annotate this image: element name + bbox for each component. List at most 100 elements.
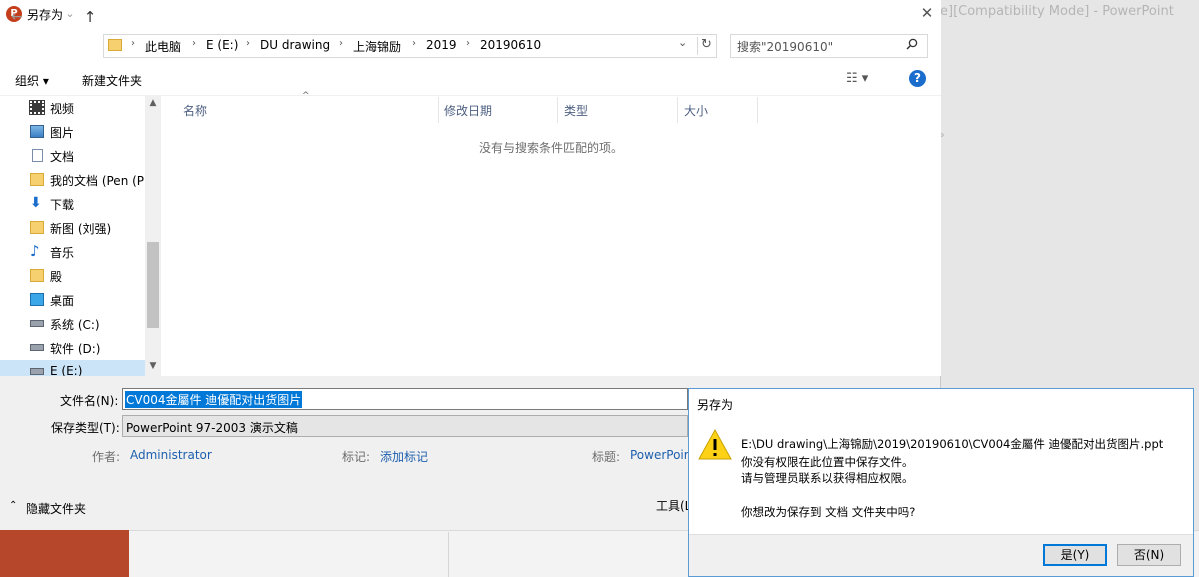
tags-label: 标记:: [342, 450, 371, 464]
error-message: 你没有权限在此位置中保存文件。: [741, 455, 914, 469]
close-icon[interactable]: ✕: [918, 4, 936, 22]
breadcrumb-item[interactable]: DU drawing: [260, 38, 330, 52]
sidebar-item-label: 我的文档 (Pen (PE: [50, 174, 152, 188]
refresh-icon[interactable]: ↻: [697, 37, 715, 55]
sidebar-item-label: 视频: [50, 102, 75, 116]
documents-icon: [32, 149, 43, 162]
sidebar-item-documents[interactable]: 文档: [0, 144, 145, 168]
help-icon[interactable]: ?: [909, 70, 926, 87]
sidebar-item-label: 音乐: [50, 246, 75, 260]
sidebar-item-folder[interactable]: 殿: [0, 264, 145, 288]
filetype-label: 保存类型(T):: [51, 421, 120, 435]
error-path: E:\DU drawing\上海锦励\2019\20190610\CV004金屬…: [741, 437, 1164, 451]
sidebar-item-drive-d[interactable]: 软件 (D:): [0, 336, 145, 360]
scroll-up-chevron-icon[interactable]: ▲: [145, 98, 161, 108]
sidebar-item-desktop[interactable]: 桌面: [0, 288, 145, 312]
warning-icon: [698, 428, 732, 462]
breadcrumb-item[interactable]: 上海锦励: [353, 38, 401, 55]
drive-icon: [30, 368, 44, 375]
navigation-pane-scrollbar[interactable]: [145, 96, 161, 376]
sidebar-item-music[interactable]: ♪ 音乐: [0, 240, 145, 264]
address-dropdown-icon[interactable]: ⌄: [678, 36, 687, 49]
yes-button[interactable]: 是(Y): [1043, 544, 1107, 566]
breadcrumb-item[interactable]: 2019: [426, 38, 457, 52]
sidebar-item-label: 新图 (刘强): [50, 222, 112, 236]
drive-icon: [30, 320, 44, 327]
breadcrumb-item[interactable]: 20190610: [480, 38, 541, 52]
column-divider[interactable]: [557, 97, 558, 123]
pictures-icon: [30, 125, 44, 138]
breadcrumb-separator-icon: ›: [339, 38, 343, 49]
desktop-icon: [30, 293, 44, 306]
sidebar-item-label: 软件 (D:): [50, 342, 101, 356]
drive-icon: [30, 344, 44, 351]
error-message: 请与管理员联系以获得相应权限。: [741, 471, 914, 485]
sidebar-item-new-pictures[interactable]: 新图 (刘强): [0, 216, 145, 240]
empty-results-message: 没有与搜索条件匹配的项。: [478, 141, 623, 155]
organize-button[interactable]: 组织 ▾: [15, 72, 49, 89]
scroll-down-chevron-icon[interactable]: ▼: [145, 361, 161, 371]
back-arrow-icon[interactable]: ←: [9, 9, 25, 25]
scrollbar-thumb[interactable]: [147, 242, 159, 328]
column-header-modified[interactable]: 修改日期: [444, 102, 492, 119]
breadcrumb-separator-icon: ›: [466, 38, 470, 49]
breadcrumb-separator-icon: ›: [246, 38, 250, 49]
new-folder-button[interactable]: 新建文件夹: [82, 72, 142, 89]
column-header-type[interactable]: 类型: [564, 102, 588, 119]
powerpoint-ribbon-accent: [0, 530, 129, 577]
column-divider[interactable]: [757, 97, 758, 123]
search-placeholder: 搜索"20190610": [737, 40, 834, 54]
sidebar-item-drive-c[interactable]: 系统 (C:): [0, 312, 145, 336]
recent-locations-chevron-icon[interactable]: ⌄: [62, 6, 78, 22]
title-value[interactable]: PowerPoir: [630, 448, 689, 462]
dialog-titlebar: [0, 0, 941, 28]
download-icon: ⬇: [30, 195, 42, 211]
column-divider[interactable]: [438, 97, 439, 123]
sidebar-item-label: 图片: [50, 126, 75, 140]
sidebar-item-label: 文档: [50, 150, 75, 164]
folder-icon: [30, 173, 44, 186]
filename-label: 文件名(N):: [60, 394, 119, 408]
author-value[interactable]: Administrator: [130, 448, 212, 462]
popup-title: 另存为: [697, 398, 734, 412]
navigation-pane: 视频 图片 文档 我的文档 (Pen (PE ⬇ 下载 新图 (刘强) ♪ 音乐…: [0, 96, 161, 376]
no-button[interactable]: 否(N): [1117, 544, 1181, 566]
breadcrumb-separator-icon: ›: [412, 38, 416, 49]
column-divider[interactable]: [677, 97, 678, 123]
sidebar-item-pictures[interactable]: 图片: [0, 120, 145, 144]
forward-arrow-icon[interactable]: →: [37, 9, 53, 25]
folder-icon: [108, 39, 122, 51]
video-icon: [29, 100, 45, 115]
column-header-size[interactable]: 大小: [684, 102, 708, 119]
chevron-up-icon[interactable]: ⌃: [9, 500, 17, 511]
breadcrumb-separator-icon: ›: [192, 38, 196, 49]
sidebar-item-label: 殿: [50, 270, 63, 284]
sidebar-item-label: 下载: [50, 198, 75, 212]
column-header-name[interactable]: 名称: [183, 102, 207, 119]
view-options-icon[interactable]: ☷ ▾: [846, 71, 868, 86]
up-folder-icon[interactable]: ↑: [82, 9, 98, 25]
search-icon: [906, 38, 918, 54]
folder-icon: [30, 221, 44, 234]
sidebar-item-label: 系统 (C:): [50, 318, 100, 332]
sidebar-item-drive-e[interactable]: E (E:): [0, 360, 145, 376]
background-dot: 。: [940, 128, 950, 139]
sidebar-item-videos[interactable]: 视频: [0, 96, 145, 120]
powerpoint-window-title: e][Compatibility Mode] - PowerPoint: [940, 4, 1174, 19]
breadcrumb-separator-icon: ›: [131, 38, 135, 49]
tools-button[interactable]: 工具(L: [656, 497, 691, 514]
title-label: 标题:: [592, 450, 621, 464]
sidebar-item-my-documents[interactable]: 我的文档 (Pen (PE: [0, 168, 152, 192]
breadcrumb-item[interactable]: 此电脑: [145, 38, 181, 55]
error-question: 你想改为保存到 文档 文件夹中吗?: [741, 505, 916, 519]
sort-ascending-icon: ^: [302, 91, 310, 101]
filename-value: CV004金屬件 迪優配对出货图片: [125, 391, 303, 408]
folder-icon: [30, 269, 44, 282]
author-label: 作者:: [92, 450, 121, 464]
sidebar-item-downloads[interactable]: ⬇ 下载: [0, 192, 145, 216]
hide-folders-button[interactable]: 隐藏文件夹: [26, 500, 86, 517]
file-list: [161, 96, 941, 376]
add-tags-link[interactable]: 添加标记: [380, 448, 428, 465]
sidebar-item-label: E (E:): [50, 364, 83, 376]
breadcrumb-item[interactable]: E (E:): [206, 38, 238, 52]
